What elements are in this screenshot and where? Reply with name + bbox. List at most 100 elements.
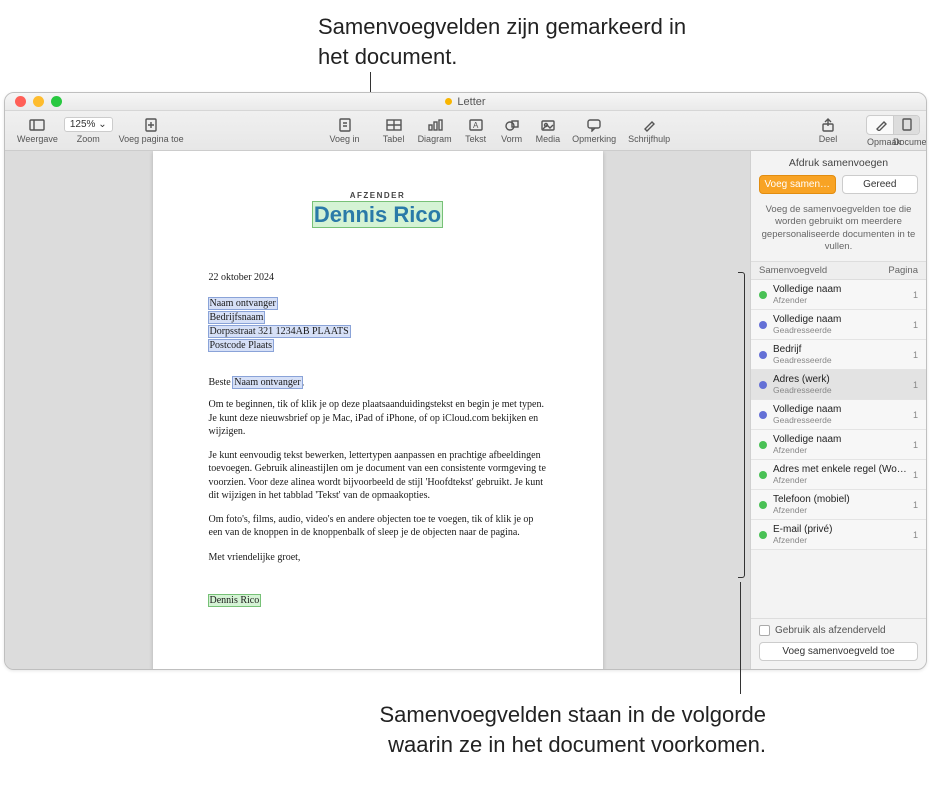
- callout-top: Samenvoegvelden zijn gemarkeerd in het d…: [318, 12, 718, 71]
- col-field-header: Samenvoegveld: [759, 265, 888, 276]
- merge-field-page: 1: [913, 350, 918, 360]
- merge-field-row[interactable]: Volledige naamAfzender1: [751, 430, 926, 460]
- document-page[interactable]: AFZENDER Dennis Rico 22 oktober 2024 Naa…: [153, 151, 603, 669]
- merge-field-row[interactable]: Volledige naamAfzender1: [751, 280, 926, 310]
- merge-field-name: Adres met enkele regel (Woning): [773, 464, 907, 475]
- insert-icon: [337, 118, 353, 132]
- document-date[interactable]: 22 oktober 2024: [209, 272, 547, 283]
- text-icon: A: [468, 118, 484, 132]
- sender-dot-icon: [759, 471, 767, 479]
- insert-button[interactable]: Voeg in: [324, 116, 366, 145]
- document-canvas[interactable]: AFZENDER Dennis Rico 22 oktober 2024 Naa…: [5, 151, 750, 669]
- merge-field-page: 1: [913, 470, 918, 480]
- inspector-tabs: Opmaak Document: [866, 115, 920, 147]
- writing-tools-label: Schrijfhulp: [628, 134, 670, 144]
- sender-dot-icon: [759, 291, 767, 299]
- shape-button[interactable]: Vorm: [494, 116, 530, 145]
- merge-button[interactable]: Voeg samen…: [759, 175, 836, 194]
- greeting-prefix: Beste: [209, 377, 234, 388]
- merge-field-name: Volledige naam: [773, 434, 907, 445]
- merge-field-recipient-name[interactable]: Naam ontvanger: [209, 298, 277, 309]
- chart-icon: [427, 118, 443, 132]
- sender-dot-icon: [759, 531, 767, 539]
- toolbar: Weergave 125% ⌄ Zoom Voeg pagina toe Voe…: [5, 111, 926, 151]
- titlebar: Letter: [5, 93, 926, 111]
- merge-field-postcode[interactable]: Postcode Plaats: [209, 340, 274, 351]
- body-paragraph-3[interactable]: Om foto's, films, audio, video's en ande…: [209, 513, 547, 540]
- merge-field-row[interactable]: Adres met enkele regel (Woning)Afzender 1: [751, 460, 926, 490]
- callout-leader-bottom: [740, 582, 741, 694]
- merge-field-row[interactable]: BedrijfGeadresseerde1: [751, 340, 926, 370]
- window-title: Letter: [445, 96, 485, 108]
- document-tab-label: Document: [893, 137, 919, 147]
- writing-tools-icon: [641, 118, 657, 132]
- merge-field-greeting-name[interactable]: Naam ontvanger: [233, 377, 301, 388]
- merge-field-row[interactable]: E-mail (privé)Afzender1: [751, 520, 926, 550]
- format-tab[interactable]: [867, 116, 893, 134]
- use-as-sender-checkbox[interactable]: Gebruik als afzenderveld: [759, 625, 918, 636]
- sidebar-title: Afdruk samenvoegen: [751, 151, 926, 173]
- text-label: Tekst: [465, 134, 486, 144]
- recipient-address-block: Naam ontvanger Bedrijfsnaam Dorpsstraat …: [209, 297, 547, 353]
- text-button[interactable]: A Tekst: [458, 116, 494, 145]
- recipient-dot-icon: [759, 351, 767, 359]
- merge-field-row[interactable]: Volledige naamGeadresseerde1: [751, 400, 926, 430]
- merge-field-signature[interactable]: Dennis Rico: [209, 595, 261, 606]
- merge-field-company[interactable]: Bedrijfsnaam: [209, 312, 265, 323]
- comment-icon: [586, 118, 602, 132]
- merge-field-name: Volledige naam: [773, 404, 907, 415]
- media-label: Media: [536, 134, 561, 144]
- merge-field-name: Telefoon (mobiel): [773, 494, 907, 505]
- shape-icon: [504, 118, 520, 132]
- zoom-label: Zoom: [77, 134, 100, 144]
- greeting-suffix: ,: [302, 377, 305, 388]
- merge-field-role: Afzender: [773, 475, 907, 485]
- merge-field-page: 1: [913, 530, 918, 540]
- add-merge-field-button[interactable]: Voeg samenvoegveld toe: [759, 642, 918, 661]
- done-button[interactable]: Gereed: [842, 175, 919, 194]
- checkbox-icon: [759, 625, 770, 636]
- add-page-button[interactable]: Voeg pagina toe: [113, 116, 190, 145]
- merge-field-row[interactable]: Telefoon (mobiel)Afzender 1: [751, 490, 926, 520]
- writing-tools-button[interactable]: Schrijfhulp: [622, 116, 676, 145]
- greeting-line[interactable]: Beste Naam ontvanger,: [209, 377, 547, 388]
- merge-field-role: Geadresseerde: [773, 415, 907, 425]
- merge-field-page: 1: [913, 500, 918, 510]
- merge-field-role: Afzender: [773, 505, 907, 515]
- chart-button[interactable]: Diagram: [412, 116, 458, 145]
- comment-button[interactable]: Opmerking: [566, 116, 622, 145]
- merge-field-street[interactable]: Dorpsstraat 321 1234AB PLAATS: [209, 326, 350, 337]
- table-button[interactable]: Tabel: [376, 116, 412, 145]
- document-tab[interactable]: [893, 116, 919, 134]
- document-icon: [900, 118, 913, 131]
- share-button[interactable]: Deel: [810, 116, 846, 145]
- body-paragraph-2[interactable]: Je kunt eenvoudig tekst bewerken, letter…: [209, 449, 547, 503]
- comment-label: Opmerking: [572, 134, 616, 144]
- zoom-control[interactable]: 125% ⌄ Zoom: [64, 117, 113, 144]
- signoff[interactable]: Met vriendelijke groet,: [209, 552, 547, 563]
- sender-dot-icon: [759, 501, 767, 509]
- callout-bottom: Samenvoegvelden staan in de volgorde waa…: [366, 700, 766, 759]
- maximize-window-button[interactable]: [51, 96, 62, 107]
- table-icon: [386, 118, 402, 132]
- merge-field-name: E-mail (privé): [773, 524, 907, 535]
- body-paragraph-1[interactable]: Om te beginnen, tik of klik je op deze p…: [209, 398, 547, 439]
- merge-field-row[interactable]: Volledige naamGeadresseerde1: [751, 310, 926, 340]
- minimize-window-button[interactable]: [33, 96, 44, 107]
- close-window-button[interactable]: [15, 96, 26, 107]
- media-button[interactable]: Media: [530, 116, 567, 145]
- merge-field-name: Bedrijf: [773, 344, 907, 355]
- sidebar-list-header: Samenvoegveld Pagina: [751, 261, 926, 280]
- format-tab-label: Opmaak: [867, 137, 893, 147]
- share-icon: [820, 118, 836, 132]
- col-page-header: Pagina: [888, 265, 918, 276]
- merge-field-row[interactable]: Adres (werk)Geadresseerde1: [751, 370, 926, 400]
- zoom-value[interactable]: 125% ⌄: [64, 117, 113, 132]
- view-button[interactable]: Weergave: [11, 116, 64, 145]
- merge-field-page: 1: [913, 290, 918, 300]
- sidebar-help-text: Voeg de samenvoegvelden toe die worden g…: [751, 200, 926, 261]
- use-as-sender-label: Gebruik als afzenderveld: [775, 625, 886, 636]
- merge-field-name: Volledige naam: [773, 284, 907, 295]
- merge-field-sender-name[interactable]: Dennis Rico: [313, 202, 442, 227]
- merge-field-list[interactable]: Volledige naamAfzender1Volledige naamGea…: [751, 280, 926, 618]
